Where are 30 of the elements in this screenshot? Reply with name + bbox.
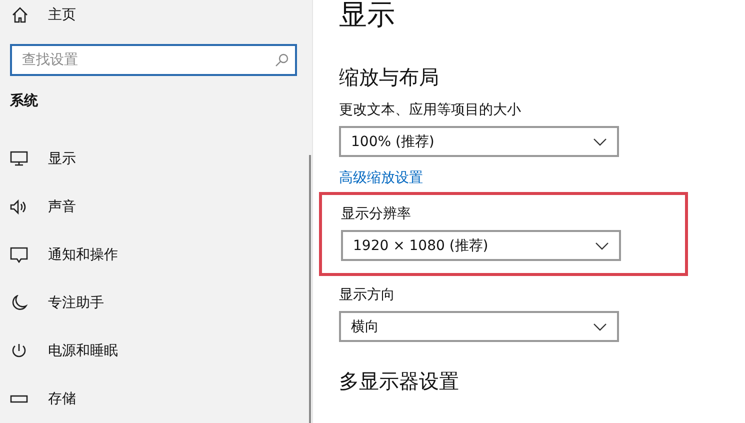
speaker-icon <box>10 199 28 215</box>
setting-label: 显示分辨率 <box>341 205 412 223</box>
search-icon <box>275 52 289 66</box>
search-field[interactable]: 查找设置 <box>10 44 297 76</box>
section-heading: 多显示器设置 <box>339 368 460 395</box>
nav-item[interactable]: 显示 <box>48 150 76 168</box>
dropdown[interactable]: 1920 × 1080 (推荐) <box>341 230 621 261</box>
nav-item[interactable]: 存储 <box>48 390 76 408</box>
settings-link[interactable]: 高级缩放设置 <box>339 169 745 187</box>
scrollbar[interactable] <box>309 155 311 423</box>
chevron-down-icon <box>595 242 609 250</box>
monitor-icon <box>10 151 28 167</box>
home-link[interactable]: 主页 <box>48 6 76 24</box>
dropdown[interactable]: 横向 <box>339 311 619 342</box>
nav-item[interactable]: 声音 <box>48 198 76 216</box>
home-icon <box>12 6 28 23</box>
section-heading: 系统 <box>9 92 39 110</box>
dropdown[interactable]: 100% (推荐) <box>339 126 619 157</box>
message-icon <box>10 247 28 263</box>
power-icon <box>10 343 28 359</box>
chevron-down-icon <box>593 138 607 146</box>
moon-icon <box>10 295 28 311</box>
setting-label: 显示方向 <box>339 286 396 304</box>
nav-item[interactable]: 通知和操作 <box>48 246 118 264</box>
section-heading: 缩放与布局 <box>339 64 440 91</box>
page-title: 显示 <box>339 0 396 33</box>
nav-item[interactable]: 电源和睡眠 <box>48 342 118 360</box>
chevron-down-icon <box>593 322 607 330</box>
setting-label: 更改文本、应用等项目的大小 <box>339 101 522 119</box>
nav-item[interactable]: 专注助手 <box>48 294 104 312</box>
